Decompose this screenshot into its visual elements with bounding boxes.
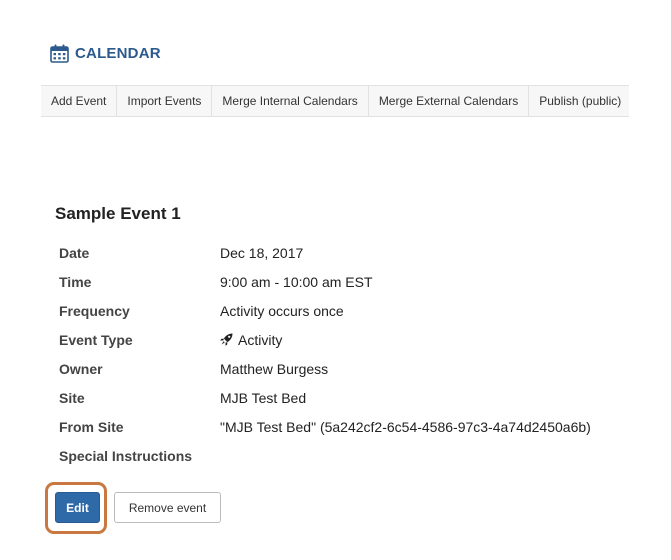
tool-nav-bar: Add Event Import Events Merge Internal C… [41, 85, 629, 117]
detail-row-special-instructions: Special Instructions [59, 441, 659, 470]
detail-value: "MJB Test Bed" (5a242cf2-6c54-4586-97c3-… [220, 418, 591, 435]
detail-row-event-type: Event Type Activity [59, 325, 659, 354]
nav-publish-public[interactable]: Publish (public) [529, 86, 631, 116]
detail-row-site: Site MJB Test Bed [59, 383, 659, 412]
rocket-icon [220, 333, 233, 346]
detail-label: Special Instructions [59, 447, 193, 464]
detail-value: Activity occurs once [220, 302, 344, 319]
nav-import-events[interactable]: Import Events [117, 86, 213, 116]
detail-label: From Site [59, 418, 124, 435]
nav-add-event[interactable]: Add Event [41, 86, 118, 116]
detail-label: Owner [59, 360, 103, 377]
page-title: CALENDAR [75, 45, 161, 62]
edit-button[interactable]: Edit [55, 492, 100, 523]
detail-value: Matthew Burgess [220, 360, 329, 377]
detail-row-time: Time 9:00 am - 10:00 am EST [59, 267, 659, 296]
detail-label: Time [59, 273, 92, 290]
detail-label: Event Type [59, 331, 133, 348]
event-title: Sample Event 1 [55, 204, 181, 223]
nav-merge-external-calendars[interactable]: Merge External Calendars [369, 86, 530, 116]
detail-value: Dec 18, 2017 [220, 244, 304, 261]
detail-label: Date [59, 244, 90, 261]
detail-value-event-type: Activity [220, 332, 282, 348]
remove-event-button[interactable]: Remove event [114, 492, 221, 523]
detail-row-frequency: Frequency Activity occurs once [59, 296, 659, 325]
detail-value: MJB Test Bed [220, 389, 307, 406]
calendar-icon [50, 44, 69, 63]
detail-row-from-site: From Site "MJB Test Bed" (5a242cf2-6c54-… [59, 412, 659, 441]
detail-value: Activity [238, 331, 283, 348]
tool-header: CALENDAR [50, 44, 161, 63]
detail-row-owner: Owner Matthew Burgess [59, 354, 659, 383]
detail-row-date: Date Dec 18, 2017 [59, 238, 659, 267]
event-details: Date Dec 18, 2017 Time 9:00 am - 10:00 a… [59, 238, 659, 470]
nav-merge-internal-calendars[interactable]: Merge Internal Calendars [212, 86, 369, 116]
detail-label: Site [59, 389, 85, 406]
detail-value: 9:00 am - 10:00 am EST [220, 273, 373, 290]
detail-label: Frequency [59, 302, 130, 319]
